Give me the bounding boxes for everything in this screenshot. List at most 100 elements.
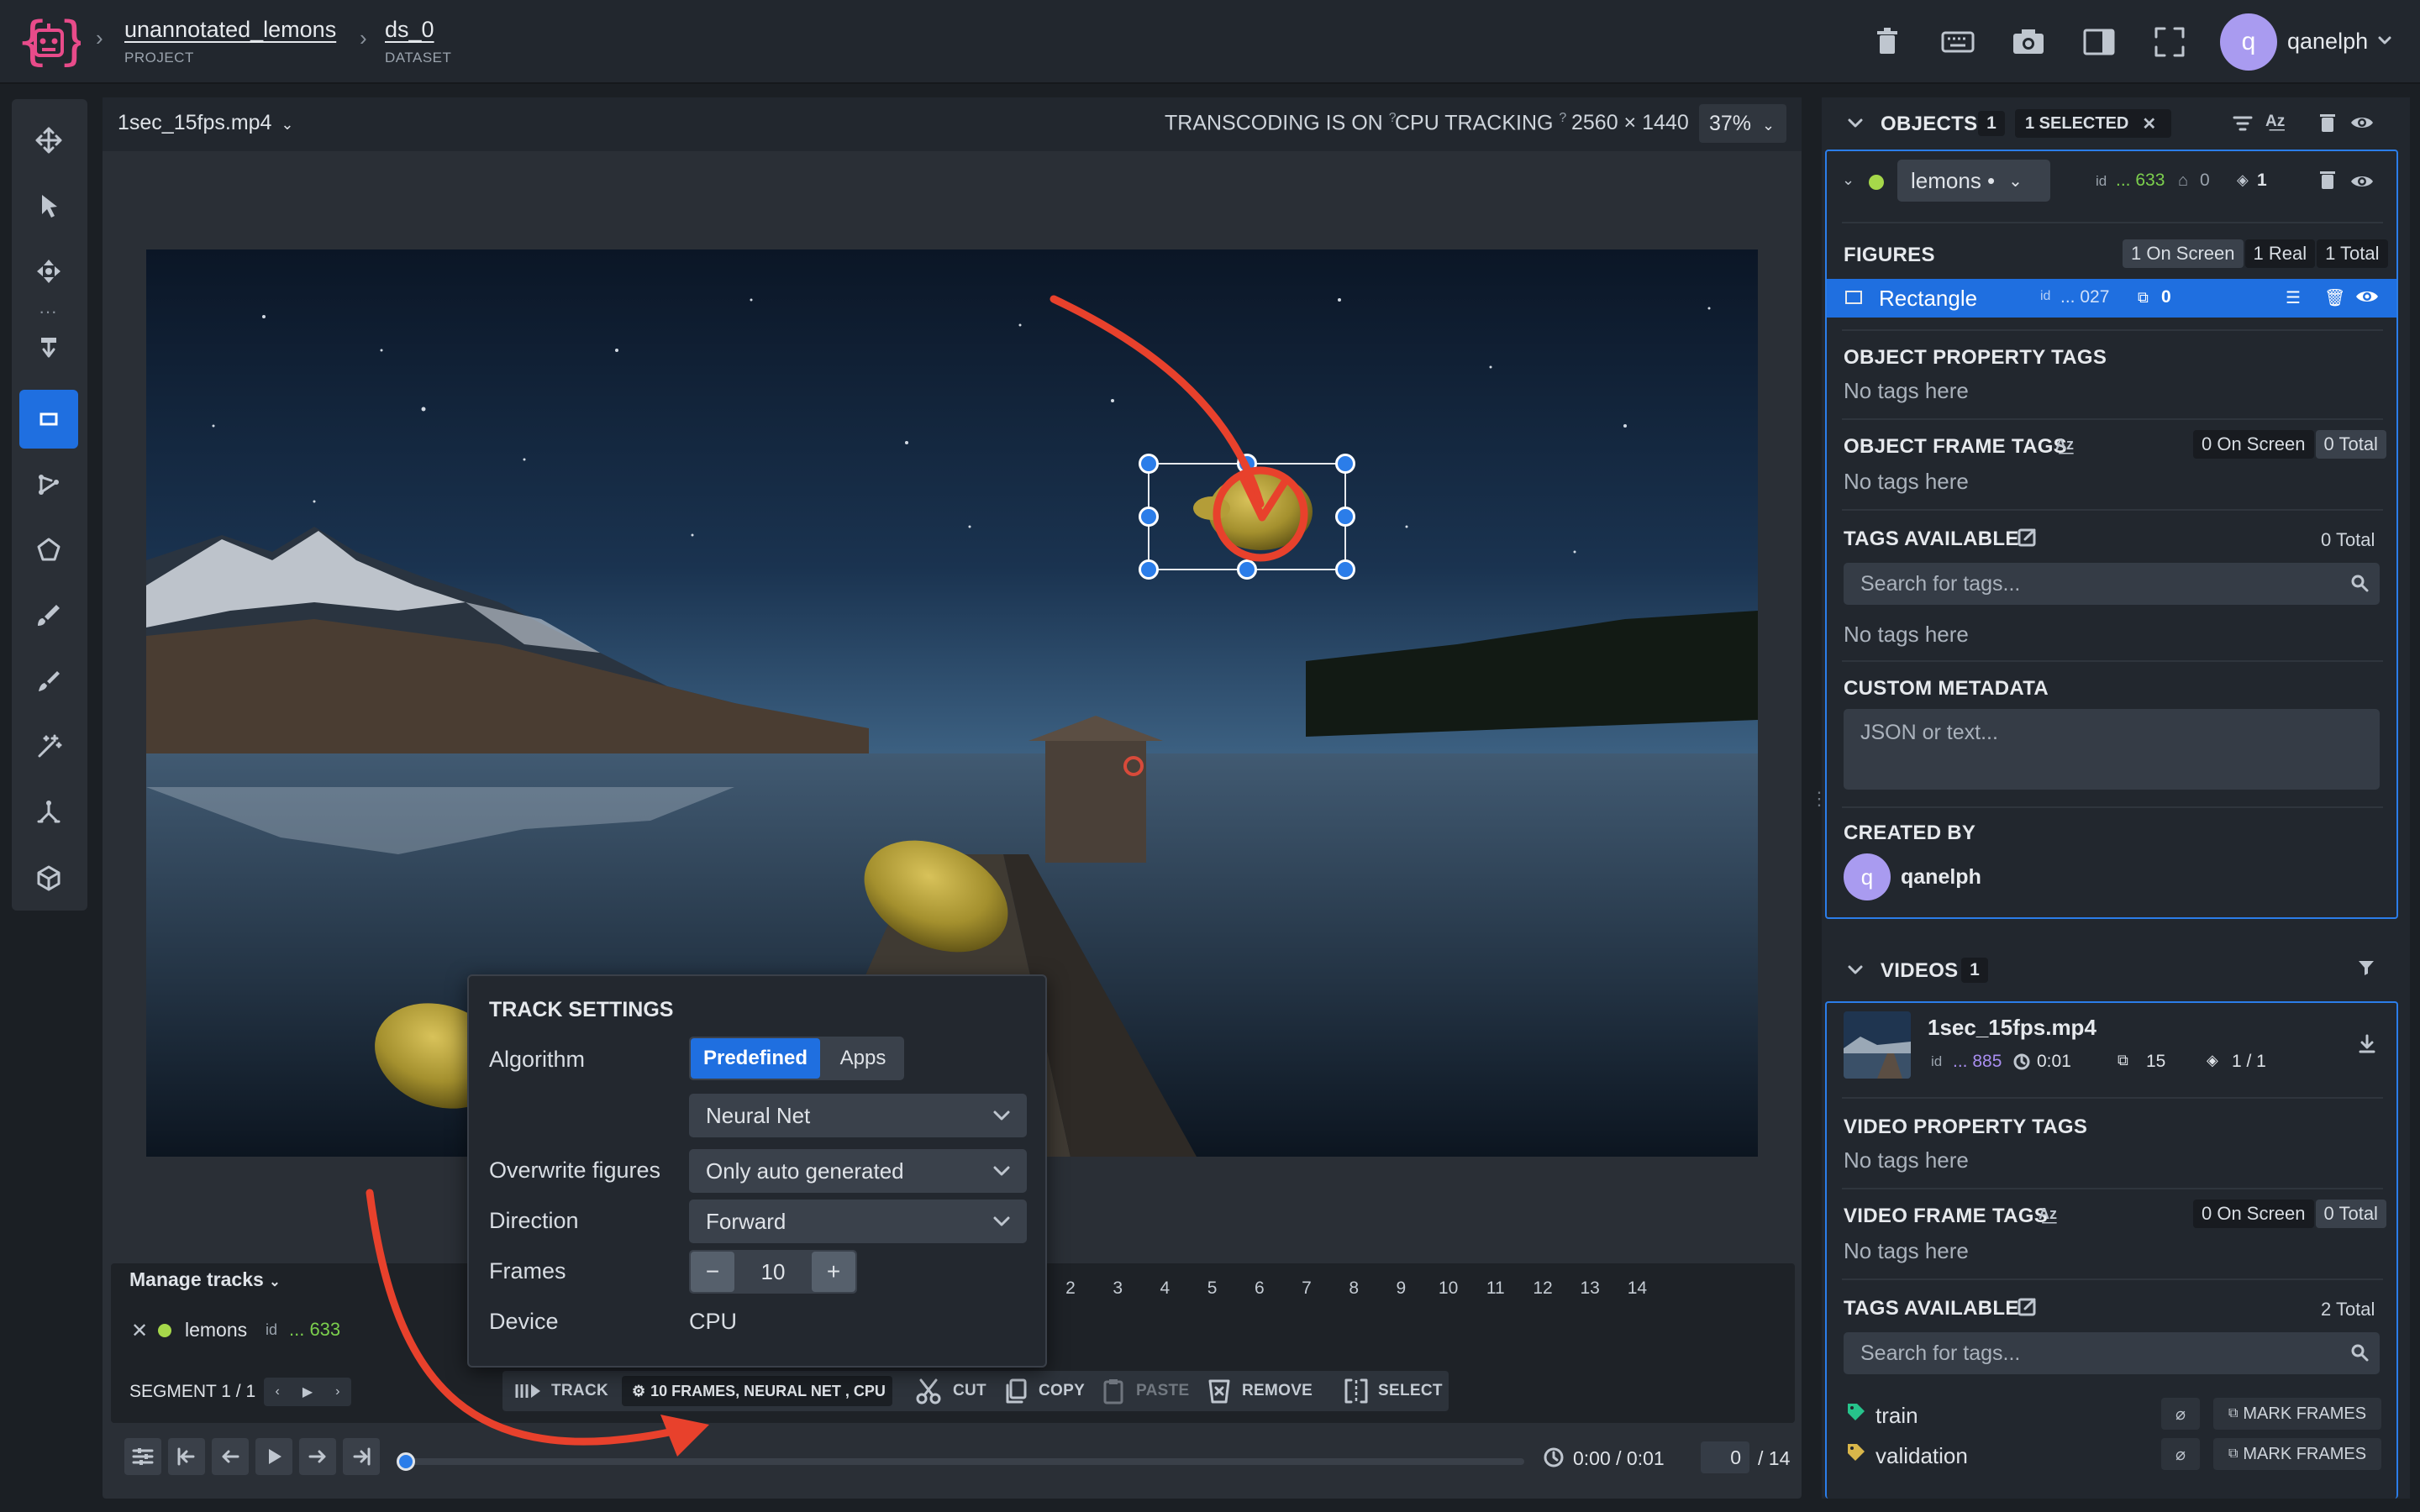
track-icon[interactable] (514, 1380, 543, 1402)
resize-handle[interactable] (1139, 559, 1159, 580)
attach-icon[interactable]: ⌀ (2161, 1398, 2200, 1430)
direction-value[interactable]: Forward (706, 1209, 786, 1235)
resize-handle[interactable] (1139, 454, 1159, 474)
figure-id[interactable]: ... 027 (2060, 287, 2109, 307)
dataset-name[interactable]: ds_0 (385, 17, 451, 43)
zoom-select[interactable]: 37% ⌄ (1699, 104, 1786, 143)
frames-decrement-button[interactable]: − (691, 1252, 734, 1292)
fullscreen-icon[interactable] (2151, 24, 2188, 60)
pan-icon[interactable] (19, 242, 78, 301)
cut-button[interactable]: CUT (953, 1382, 986, 1400)
tab-apps[interactable]: Apps (825, 1038, 901, 1079)
progress-slider-handle[interactable] (397, 1452, 415, 1471)
magic-wand-icon[interactable] (19, 717, 78, 776)
frame-number[interactable]: 8 (1337, 1278, 1370, 1299)
frame-number[interactable]: 6 (1243, 1278, 1276, 1299)
track-id[interactable]: ... 633 (289, 1319, 340, 1341)
figure-name[interactable]: Rectangle (1879, 286, 1977, 312)
mark-frames-label[interactable]: MARK FRAMES (2243, 1404, 2366, 1424)
algorithm-value[interactable]: Neural Net (706, 1103, 810, 1129)
search-icon[interactable] (2349, 1342, 2370, 1362)
tag-name[interactable]: train (1876, 1403, 1918, 1429)
close-icon[interactable]: ✕ (2142, 113, 2156, 134)
search-icon[interactable] (2349, 573, 2370, 593)
track-name[interactable]: lemons (185, 1319, 247, 1341)
cuboid-icon[interactable] (19, 848, 78, 907)
video-name[interactable]: 1sec_15fps.mp4 (1928, 1015, 2096, 1041)
trash-icon[interactable] (2317, 111, 2338, 134)
manage-tracks-dropdown[interactable]: Manage tracks ⌄ (129, 1268, 281, 1291)
tag-name[interactable]: validation (1876, 1443, 1968, 1469)
resize-handle[interactable] (1335, 454, 1355, 474)
rectangle-figure[interactable] (1148, 463, 1346, 570)
video-file-select[interactable]: 1sec_15fps.mp4 ⌄ (118, 111, 294, 135)
frame-number[interactable]: 9 (1384, 1278, 1418, 1299)
track-button[interactable]: TRACK (551, 1382, 608, 1400)
sort-az-icon[interactable]: A͟z (2265, 113, 2285, 131)
video-file-name[interactable]: 1sec_15fps.mp4 (118, 111, 271, 134)
frame-number[interactable]: 12 (1526, 1278, 1560, 1299)
frame-number[interactable]: 11 (1479, 1278, 1512, 1299)
custom-metadata-placeholder[interactable]: JSON or text... (1860, 721, 1998, 745)
play-segment-icon[interactable]: ▶ (302, 1383, 313, 1400)
step-back-icon[interactable] (212, 1438, 249, 1475)
chevron-down-icon[interactable] (992, 1161, 1012, 1181)
tag-row[interactable]: validation ⌀ ⧉ MARK FRAMES (1844, 1436, 2381, 1473)
frame-number[interactable]: 5 (1196, 1278, 1229, 1299)
frames-increment-button[interactable]: + (812, 1252, 855, 1292)
breadcrumb-dataset[interactable]: ds_0 DATASET (385, 17, 451, 66)
user-name[interactable]: qanelph (2287, 29, 2368, 55)
progress-slider[interactable] (405, 1458, 1524, 1465)
collapse-chevron-icon[interactable] (1845, 113, 1865, 133)
frame-number[interactable]: 4 (1148, 1278, 1181, 1299)
edit-icon[interactable] (2017, 526, 2039, 548)
frames-input[interactable]: 10 (736, 1250, 810, 1294)
frame-number[interactable]: 10 (1432, 1278, 1465, 1299)
clipboard-icon[interactable] (1101, 1378, 1126, 1404)
algorithm-select[interactable]: Neural Net (689, 1094, 1027, 1137)
app-logo-icon[interactable]: { } (17, 13, 81, 71)
settings-sliders-icon[interactable] (124, 1438, 161, 1475)
remove-button[interactable]: REMOVE (1242, 1382, 1313, 1400)
copy-icon[interactable] (1003, 1378, 1028, 1404)
tags-search-input[interactable]: Search for tags... (1844, 563, 2380, 605)
direction-select[interactable]: Forward (689, 1200, 1027, 1243)
tag-row[interactable]: train ⌀ ⧉ MARK FRAMES (1844, 1396, 2381, 1433)
overwrite-value[interactable]: Only auto generated (706, 1158, 904, 1184)
tags-search-placeholder[interactable]: Search for tags... (1860, 572, 2020, 596)
resize-handle[interactable] (1237, 454, 1257, 474)
frame-input[interactable]: 0 (1701, 1441, 1749, 1473)
track-config-label[interactable]: 10 FRAMES, NEURAL NET , CPU (650, 1383, 886, 1400)
collapse-chevron-icon[interactable] (1845, 959, 1865, 979)
step-forward-icon[interactable] (299, 1438, 336, 1475)
chevron-down-icon[interactable]: ⌄ (1762, 117, 1775, 134)
track-config-button[interactable]: ⚙ 10 FRAMES, NEURAL NET , CPU (622, 1376, 892, 1406)
edit-icon[interactable] (2017, 1295, 2039, 1317)
smart-brush-icon[interactable] (19, 652, 78, 711)
filter-funnel-icon[interactable] (2356, 958, 2376, 978)
chevron-left-icon[interactable]: ‹ (276, 1384, 280, 1399)
copy-button[interactable]: COPY (1039, 1382, 1085, 1400)
object-id[interactable]: ... 633 (2116, 171, 2165, 191)
sort-lines-icon[interactable]: ☰ (2286, 287, 2301, 308)
trash-icon[interactable]: 🗑 (2324, 287, 2345, 308)
mark-frames-button[interactable]: ⧉ MARK FRAMES (2213, 1398, 2381, 1430)
tab-predefined[interactable]: Predefined (691, 1038, 820, 1079)
rectangle-icon[interactable] (19, 390, 78, 449)
object-class[interactable]: lemons • (1911, 168, 1995, 194)
graph-icon[interactable] (19, 455, 78, 514)
overwrite-select[interactable]: Only auto generated (689, 1149, 1027, 1193)
camera-icon[interactable] (2010, 24, 2047, 60)
sort-az-icon[interactable]: A͟z (2055, 436, 2074, 454)
paste-button[interactable]: PASTE (1136, 1382, 1189, 1400)
frame-number[interactable]: 13 (1573, 1278, 1607, 1299)
skip-start-icon[interactable] (168, 1438, 205, 1475)
remove-icon[interactable] (1207, 1378, 1232, 1404)
skeleton-icon[interactable] (19, 783, 78, 842)
object-class-select[interactable]: lemons • ⌄ (1897, 160, 2050, 202)
anchor-icon[interactable] (19, 316, 78, 375)
chevron-down-icon[interactable]: ⌄ (269, 1275, 280, 1289)
frame-number[interactable]: 14 (1620, 1278, 1654, 1299)
eye-icon[interactable] (2354, 286, 2380, 307)
move-icon[interactable] (19, 111, 78, 170)
